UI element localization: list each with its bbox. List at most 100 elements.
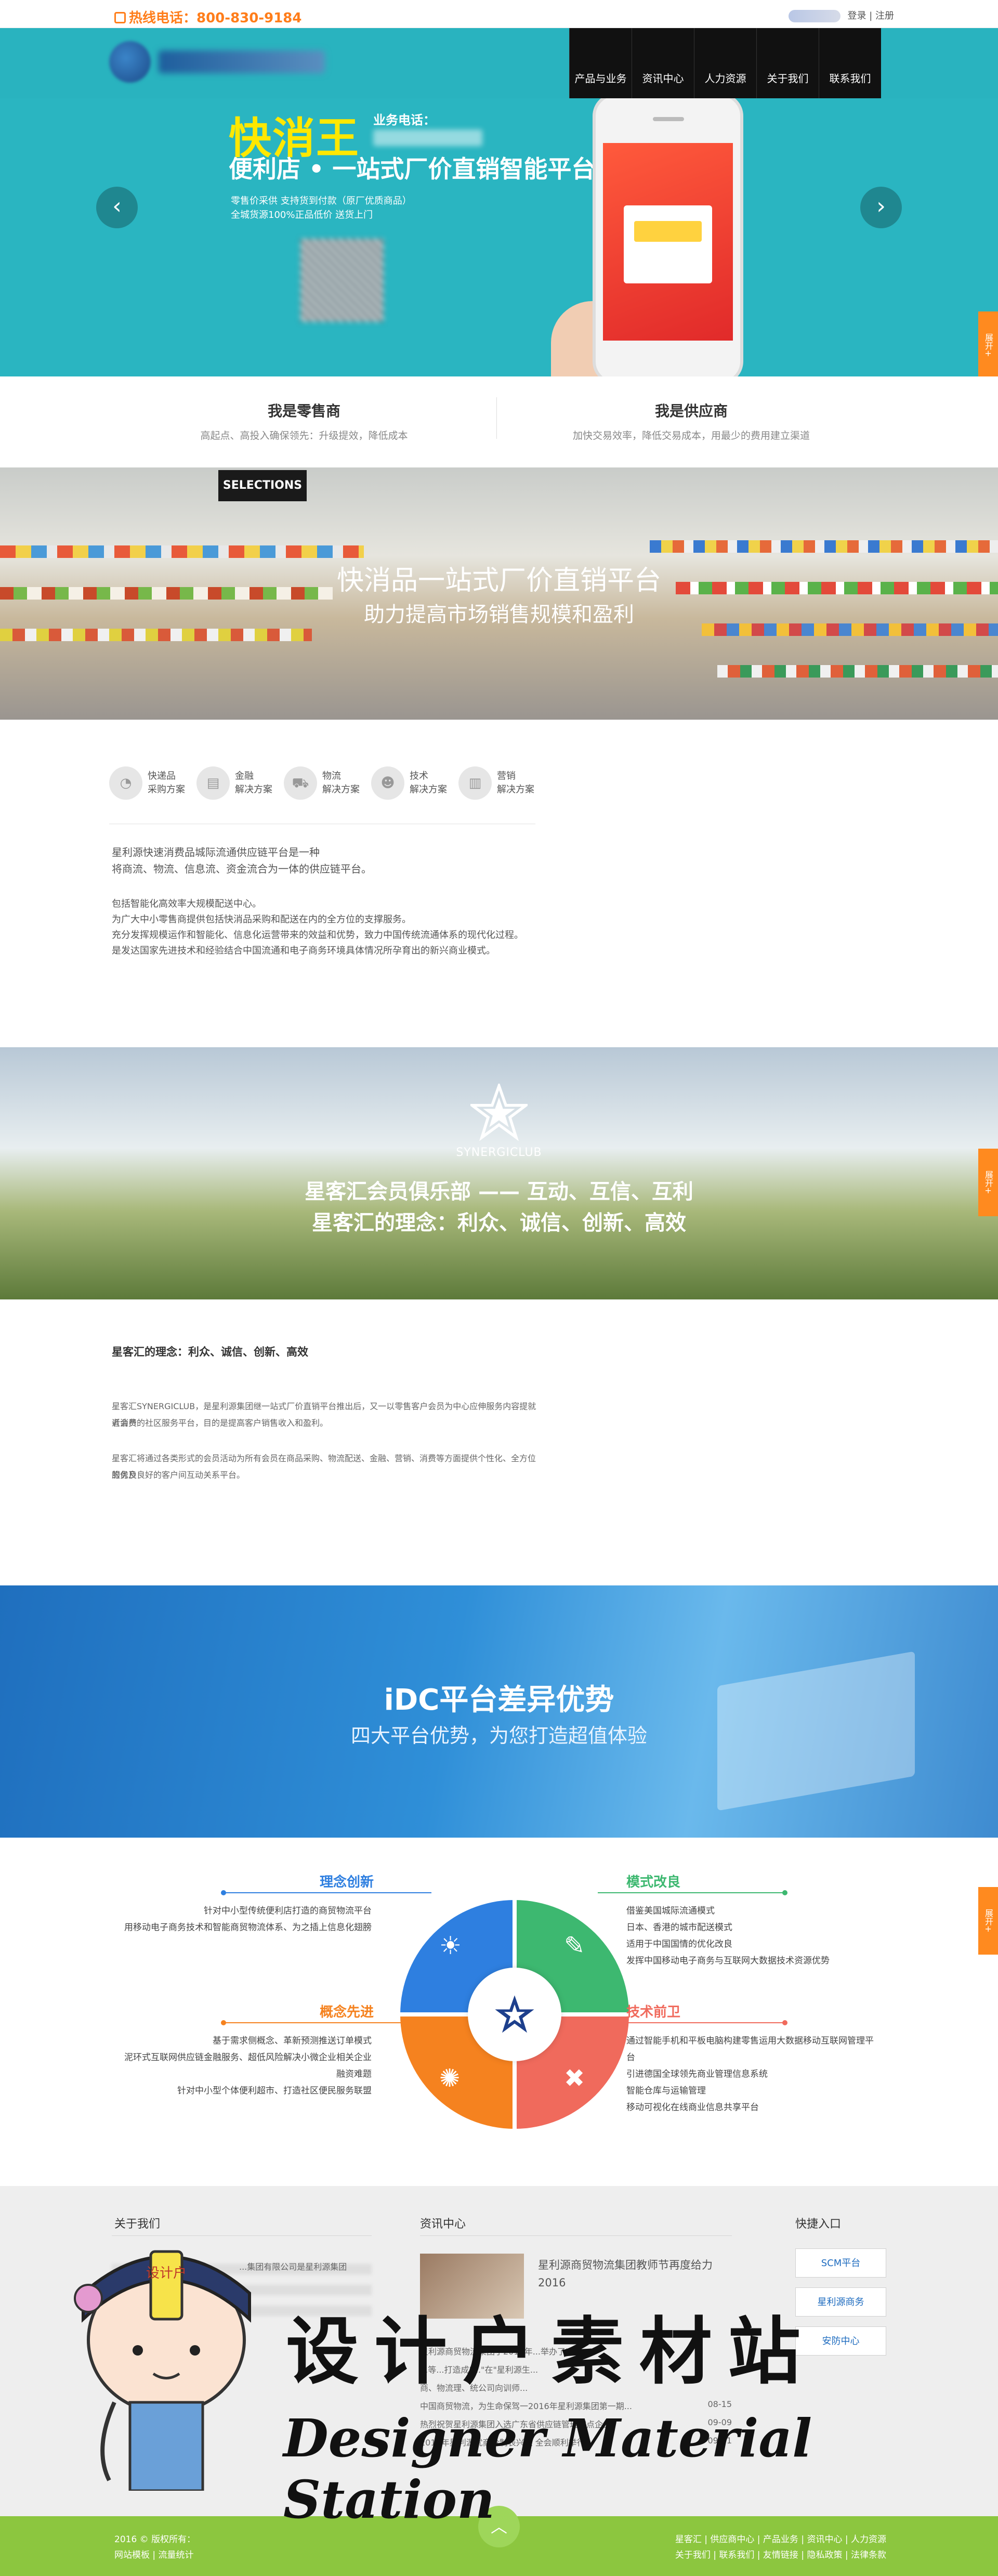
service-label: 营销 [497, 771, 516, 782]
back-to-top-button[interactable]: ︿ [478, 2506, 520, 2547]
login-link[interactable]: 登录 [847, 10, 866, 21]
supermarket-banner: SELECTIONS 快消品一站式厂价直销平台 助力提高市场销售规模和盈利 [0, 467, 998, 720]
service-tech[interactable]: ☻ 技术 解决方案 [371, 766, 447, 800]
footer-links-row-2[interactable]: 关于我们 | 联系我们 | 友情链接 | 隐私政策 | 法律条款 [675, 2547, 886, 2563]
news-item[interactable]: 商、物流理、统公司向训师... [420, 2381, 732, 2393]
selections-sign: SELECTIONS [218, 470, 307, 501]
club-title-1: 星客汇会员俱乐部 —— 互动、互信、互利 [305, 1180, 693, 1204]
news-image[interactable] [420, 2254, 524, 2319]
slider-prev-button[interactable]: ‹ [96, 187, 138, 228]
phone-speaker [653, 117, 684, 121]
header: 产品与业务 资讯中心 人力资源 关于我们 联系我们 [0, 28, 998, 98]
retailer-desc: 高起点、高投入确保领先：升级提效，降低成本 [200, 430, 408, 441]
advantage-concept-line: 基于需求侧概念、革新预测推送订单模式 [213, 2036, 372, 2046]
nav-hr[interactable]: 人力资源 [694, 28, 756, 98]
supplier-title: 我是供应商 [654, 402, 728, 420]
news-item[interactable]: 中国商贸物流，为生命保驾一2016年星利源集团第一期... 08-15 [420, 2399, 732, 2412]
footer-links-row-1[interactable]: 星客汇 | 供应商中心 | 产品业务 | 资讯中心 | 人力资源 [675, 2532, 886, 2547]
page: 热线电话：800-830-9184 登录 | 注册 产品与业务 资讯中心 人力资… [0, 0, 998, 2576]
club-brand: SYNERGICLUB [456, 1146, 542, 1159]
news-lead-title[interactable]: 星利源商贸物流集团教师节再度给力 2016 [538, 2256, 736, 2292]
service-label: 解决方案 [235, 784, 272, 795]
center-star-logo [495, 1995, 534, 2033]
register-link[interactable]: 注册 [875, 10, 894, 21]
services-p2: 为广大中小零售商提供包括快消品采购和配送在内的全方位的支撑服务。 [112, 914, 411, 925]
services-p4: 是发达国家先进技术和经验结合中国流通和电子商务环境具体情况所孕育出的新兴商业模式… [112, 945, 495, 956]
advantage-tech-line: 智能仓库与运输管理 [626, 2086, 706, 2096]
link-separator: | [869, 10, 873, 21]
service-fmcg[interactable]: ◔ 快递品 采购方案 [109, 766, 185, 800]
news-item-title: ...等...打造成"..."在"星利源生... [420, 2365, 539, 2375]
shelf-row [0, 629, 312, 641]
footer-links: 星客汇 | 供应商中心 | 产品业务 | 资讯中心 | 人力资源 关于我们 | … [675, 2532, 886, 2563]
footer-info: 关于我们 ...集团有限公司是星利源集团 资讯中心 星利源商贸物流集团教师节再度… [0, 2186, 998, 2516]
advantage-dot [221, 2020, 226, 2025]
retailer-entry[interactable]: 我是零售商 高起点、高投入确保领先：升级提效，降低成本 [148, 400, 460, 442]
phone-card-banner [634, 221, 702, 242]
service-finance[interactable]: ▤ 金融 解决方案 [196, 766, 272, 800]
nav-products[interactable]: 产品与业务 [569, 28, 632, 98]
supplier-desc: 加快交易效率，降低交易成本，用最少的费用建立渠道 [572, 430, 810, 441]
logo-text [159, 50, 325, 73]
nav-news[interactable]: 资讯中心 [632, 28, 694, 98]
qr-code [300, 239, 384, 322]
user-icon: ☻ [371, 766, 404, 800]
nav-contact[interactable]: 联系我们 [819, 28, 881, 98]
advantage-concept-line: 泥环式互联网供应链金融服务、超低风险解决小微企业相关企业 [124, 2052, 372, 2063]
expand-side-tab[interactable]: 展开+ [978, 1149, 998, 1216]
services-p1: 包括智能化高效率大规模配送中心。 [112, 899, 261, 909]
news-item[interactable]: 2016年星利源优商价制表兴进 全会顺利举行 09-11 [420, 2436, 732, 2448]
chart-icon: ▥ [458, 766, 492, 800]
tools-icon: ✖ [564, 2064, 585, 2093]
phone-mockup [593, 98, 743, 376]
biz-phone-label: 业务电话： [373, 113, 436, 127]
advantage-innovation-line: 用移动电子商务技术和智能商贸物流体系、为之插上信息化翅膀 [124, 1922, 372, 1933]
footer-col-line [112, 2235, 372, 2236]
news-item-date: 09-11 [707, 2436, 732, 2445]
advantage-dot [782, 2020, 787, 2025]
services-intro-1: 星利源快速消费品城际流通供应链平台是一种 [112, 846, 320, 858]
news-item-title: 2016年星利源优商价制表兴进 全会顺利举行 [420, 2438, 585, 2448]
quick-link-business[interactable]: 星利源商务 [795, 2287, 886, 2317]
advantage-line [598, 2022, 785, 2023]
advantage-tech-line: 台 [626, 2052, 635, 2063]
advantage-model-line: 适用于中国国情的优化改良 [626, 1939, 732, 1949]
truck-icon: ⛟ [284, 766, 317, 800]
shelf-row [650, 540, 998, 553]
pencil-icon: ✎ [564, 1931, 585, 1960]
club-title-2: 星客汇的理念：利众、诚信、创新、高效 [312, 1211, 686, 1235]
idc-title: iDC平台差异优势 [384, 1683, 614, 1717]
news-item[interactable]: 热烈祝贺星利源集团入选广东省供应链管理试点企业！ 09-09 [420, 2417, 732, 2430]
supplier-entry[interactable]: 我是供应商 加快交易效率，降低交易成本，用最少的费用建立渠道 [535, 400, 847, 442]
service-logistics[interactable]: ⛟ 物流 解决方案 [284, 766, 360, 800]
quick-link-security[interactable]: 安防中心 [795, 2326, 886, 2356]
shelf-row [0, 545, 364, 558]
footer-left-links[interactable]: 网站模板 | 流量统计 [114, 2547, 195, 2563]
nav-about[interactable]: 关于我们 [756, 28, 819, 98]
logo-mark [109, 41, 151, 83]
hero-slider: 快消王 业务电话： 便利店 • 一站式厂价直销智能平台 零售价采供 支持货到付款… [0, 98, 998, 376]
expand-side-tab[interactable]: 展开+ [978, 1887, 998, 1955]
news-item-date: 09-09 [707, 2417, 732, 2427]
hotline-text: 热线电话：800-830-9184 [129, 10, 302, 26]
advantage-model-title: 模式改良 [626, 1875, 681, 1890]
services-intro-2: 将商流、物流、信息流、资金流合为一体的供应链平台。 [112, 863, 372, 875]
expand-side-tab[interactable]: 展开+ [978, 311, 998, 376]
main-nav: 产品与业务 资讯中心 人力资源 关于我们 联系我们 [569, 28, 881, 98]
service-marketing[interactable]: ▥ 营销 解决方案 [458, 766, 534, 800]
site-logo[interactable] [109, 41, 338, 83]
account-links: 登录 | 注册 [788, 8, 894, 22]
hero-line-2: 全城货源100%正品低价 送货上门 [231, 210, 373, 220]
advantage-wheel: ☀ ✎ ✺ ✖ [400, 1900, 629, 2129]
advantages-section: ☀ ✎ ✺ ✖ 理念创新 针对中小型传统便利店打造的商贸物流平台 用移动电子商务… [0, 1838, 998, 2186]
news-item[interactable]: 星利源商贸物流集团于2016年...举办了"星力 [420, 2345, 732, 2357]
slider-next-button[interactable]: › [860, 187, 902, 228]
news-item[interactable]: ...等...打造成"..."在"星利源生... [420, 2363, 732, 2375]
quick-link-scm[interactable]: SCM平台 [795, 2248, 886, 2278]
service-label: 快递品 [148, 771, 176, 782]
advantage-dot [782, 1890, 787, 1895]
retailer-title: 我是零售商 [267, 402, 340, 420]
news-item-title: 热烈祝贺星利源集团入选广东省供应链管理试点企业！ [420, 2419, 620, 2429]
phone-card [624, 205, 712, 283]
advantage-tech-line: 通过智能手机和平板电脑构建零售运用大数据移动互联网管理平 [626, 2036, 874, 2046]
